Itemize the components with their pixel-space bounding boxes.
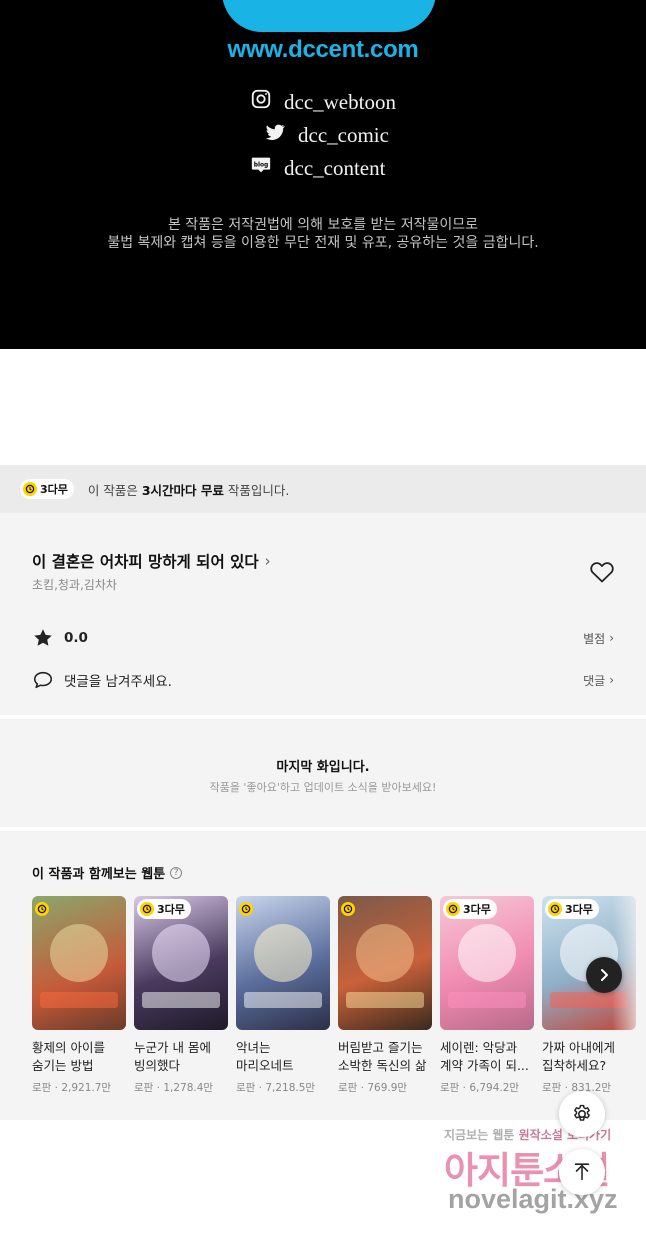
cover-thumbnail: 3다무	[440, 896, 534, 1030]
wait-free-badge: 3다무	[443, 899, 497, 919]
card-meta: 로판 · 6,794.2만	[440, 1082, 520, 1094]
card-meta: 로판 · 2,921.7만	[32, 1082, 112, 1094]
recommendation-card[interactable]: 황제의 아이를 숨기는 방법 로판 · 2,921.7만	[32, 896, 126, 1095]
like-heart-button[interactable]	[589, 560, 615, 584]
rating-value: 0.0	[64, 630, 88, 646]
last-episode-notice: 마지막 화입니다. 작품을 '좋아요'하고 업데이트 소식을 받아보세요!	[0, 719, 646, 827]
work-title-link[interactable]: 이 결혼은 어차피 망하게 되어 있다 ›	[32, 550, 271, 572]
chevron-right-icon: ›	[609, 673, 614, 687]
arrow-up-icon	[574, 1163, 590, 1181]
recommendation-card[interactable]: 3다무 세이렌: 악당과 계약 가족이 되... 로판 · 6,794.2만	[440, 896, 534, 1095]
card-meta: 로판 · 1,278.4만	[134, 1082, 214, 1094]
clock-icon	[140, 902, 154, 916]
card-title: 악녀는 마리오네트	[236, 1040, 294, 1073]
comment-prompt: 댓글을 남겨주세요.	[64, 674, 172, 690]
svg-text:blog: blog	[254, 161, 269, 168]
carousel-next-button[interactable]	[586, 957, 622, 993]
star-icon	[34, 629, 52, 646]
clock-icon	[548, 902, 562, 916]
blog-icon: blog	[250, 154, 272, 182]
recommendation-carousel: 황제의 아이를 숨기는 방법 로판 · 2,921.7만 3다무 누군가 내 몸…	[32, 896, 636, 1095]
wait-free-badge: 3다무	[20, 479, 74, 499]
comment-link[interactable]: 댓글 ›	[583, 672, 614, 689]
clock-icon	[35, 902, 49, 916]
dcc-logo	[222, 0, 436, 32]
social-handle: dcc_webtoon	[284, 89, 396, 114]
heart-icon	[590, 562, 614, 583]
cover-thumbnail	[236, 896, 330, 1030]
card-title: 세이렌: 악당과 계약 가족이 되...	[440, 1040, 529, 1073]
last-episode-heading: 마지막 화입니다.	[276, 760, 370, 775]
comment-row[interactable]: 댓글을 남겨주세요. 댓글 ›	[32, 669, 614, 691]
copyright-notice-line1: 본 작품은 저작권법에 의해 보호를 받는 저작물이므로	[167, 217, 479, 233]
chevron-right-icon: ›	[609, 631, 614, 645]
clock-icon	[239, 902, 253, 916]
card-meta: 로판 · 769.9만	[338, 1082, 408, 1094]
copyright-notice-line2: 불법 복제와 캡쳐 등을 이용한 무단 전재 및 유포, 공유하는 것을 금합니…	[107, 235, 539, 251]
social-instagram: dcc_webtoon	[250, 89, 396, 115]
social-handle: dcc_content	[284, 155, 386, 180]
work-info-panel: 이 결혼은 어차피 망하게 되어 있다 › 초킴,청과,김차차 0.0 별점 › …	[0, 513, 646, 715]
card-meta: 로판 · 7,218.5만	[236, 1082, 316, 1094]
card-title: 누군가 내 몸에 빙의했다	[134, 1040, 211, 1073]
help-icon[interactable]: ?	[170, 866, 183, 879]
social-blog: blog dcc_content	[250, 155, 385, 181]
work-authors: 초킴,청과,김차차	[32, 578, 117, 592]
free-every-3h-banner: 3다무 이 작품은 3시간마다 무료 작품입니다.	[0, 465, 646, 513]
recommendations-section: 이 작품과 함께보는 웹툰 ? 황제의 아이를 숨기는 방법 로판 · 2,92…	[0, 831, 646, 1120]
recommendation-card[interactable]: 버림받고 즐기는 소박한 독신의 삶 로판 · 769.9만	[338, 896, 432, 1095]
cover-thumbnail	[338, 896, 432, 1030]
social-twitter: dcc_comic	[264, 122, 389, 148]
wait-free-badge: 3다무	[137, 899, 191, 919]
recommendation-card[interactable]: 악녀는 마리오네트 로판 · 7,218.5만	[236, 896, 330, 1095]
twitter-icon	[264, 121, 286, 149]
recommendations-title: 이 작품과 함께보는 웹툰 ?	[32, 863, 183, 882]
work-title: 이 결혼은 어차피 망하게 되어 있다	[32, 553, 259, 571]
clock-icon	[23, 482, 37, 496]
social-handle: dcc_comic	[298, 122, 389, 147]
rating-row: 0.0 별점 ›	[32, 627, 614, 649]
clock-icon	[446, 902, 460, 916]
card-title: 버림받고 즐기는 소박한 독신의 삶	[338, 1040, 427, 1073]
recommendation-card[interactable]: 3다무 누군가 내 몸에 빙의했다 로판 · 1,278.4만	[134, 896, 228, 1095]
viewer-settings-button[interactable]	[559, 1091, 605, 1137]
carousel-edge-fade	[612, 891, 646, 1111]
cover-thumbnail: 3다무	[134, 896, 228, 1030]
free-banner-text: 이 작품은 3시간마다 무료 작품입니다.	[87, 482, 290, 498]
publisher-url: www.dccent.com	[227, 36, 419, 63]
publisher-endcard: www.dccent.com dcc_webtoon dcc_comic blo…	[0, 0, 646, 349]
rating-link[interactable]: 별점 ›	[583, 630, 614, 647]
speech-bubble-icon	[33, 671, 53, 689]
scroll-to-top-button[interactable]	[559, 1149, 605, 1195]
wait-free-badge: 3다무	[545, 899, 599, 919]
cover-thumbnail	[32, 896, 126, 1030]
clock-icon	[341, 902, 355, 916]
card-title: 황제의 아이를 숨기는 방법	[32, 1040, 105, 1073]
gear-icon	[574, 1104, 590, 1121]
chevron-right-icon: ›	[264, 552, 271, 570]
chevron-right-icon	[601, 969, 608, 981]
instagram-icon	[250, 88, 272, 116]
last-episode-subtext: 작품을 '좋아요'하고 업데이트 소식을 받아보세요!	[209, 781, 437, 794]
